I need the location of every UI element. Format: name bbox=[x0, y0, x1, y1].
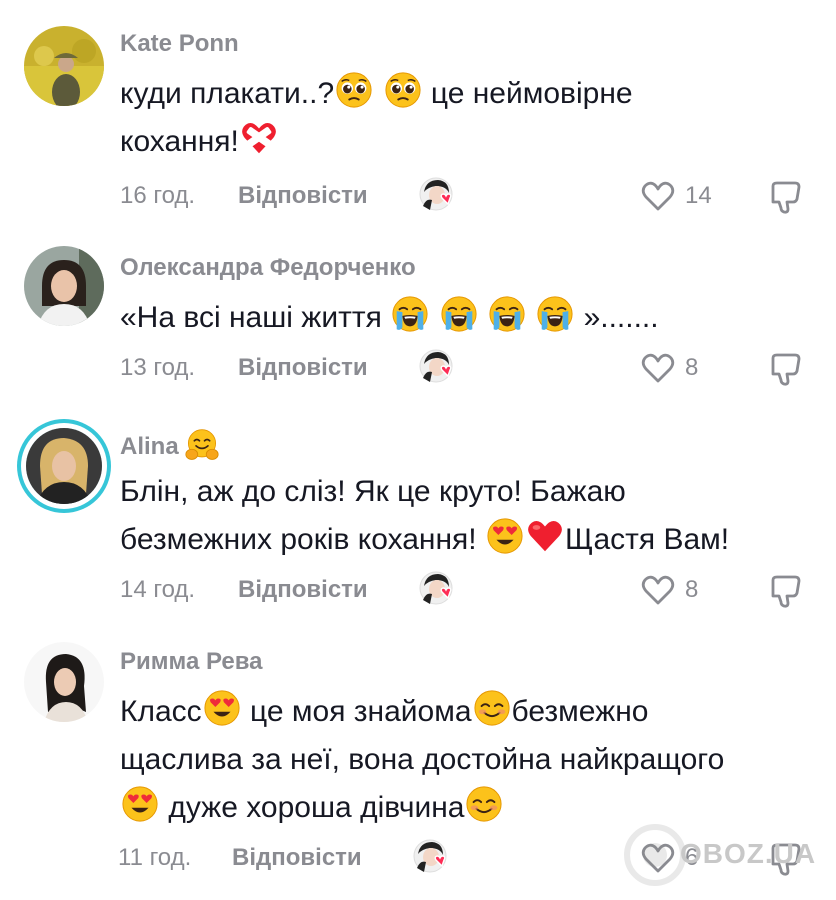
mending-heart-emoji-icon bbox=[240, 119, 278, 157]
comment-time: 14 год. bbox=[120, 576, 196, 603]
avatar[interactable] bbox=[24, 642, 104, 722]
thumbs-down-icon[interactable] bbox=[766, 350, 804, 388]
comment-text-part: безмежних років кохання! bbox=[120, 523, 477, 556]
avatar-story-ring[interactable] bbox=[26, 428, 102, 504]
smiling-face-emoji-icon bbox=[465, 785, 503, 823]
loudly-crying-face-emoji-icon bbox=[536, 295, 574, 333]
creator-liked-icon bbox=[418, 348, 458, 388]
pleading-face-emoji-icon bbox=[384, 71, 422, 109]
comment-text-part: куди плакати..? bbox=[120, 77, 335, 110]
reply-button[interactable]: Відповісти bbox=[238, 182, 368, 210]
creator-liked-icon bbox=[418, 570, 458, 610]
heart-eyes-emoji-icon bbox=[121, 785, 159, 823]
like-count: 8 bbox=[685, 354, 699, 381]
comment-text-part: безмежно bbox=[511, 695, 649, 728]
comment-meta-row: 14 год. Відповісти 8 bbox=[0, 572, 836, 612]
loudly-crying-face-emoji-icon bbox=[391, 295, 429, 333]
watermark-text: OBOZ.UA bbox=[680, 838, 817, 869]
comment-text-part: дуже хороша дівчина bbox=[168, 791, 465, 824]
heart-icon[interactable] bbox=[640, 178, 676, 214]
loudly-crying-face-emoji-icon bbox=[488, 295, 526, 333]
heart-eyes-emoji-icon bbox=[203, 689, 241, 727]
comment-text: «На всі наші життя »....... bbox=[120, 294, 820, 342]
username[interactable]: Римма Рева bbox=[120, 648, 263, 676]
comment-text-part: це неймовірне bbox=[430, 77, 633, 110]
heart-icon[interactable] bbox=[640, 572, 676, 608]
comment-meta-row: 13 год. Відповісти 8 bbox=[0, 350, 836, 390]
creator-liked-icon bbox=[418, 176, 458, 216]
heart-eyes-emoji-icon bbox=[486, 517, 524, 555]
smiling-face-emoji-icon bbox=[473, 689, 511, 727]
like-count: 8 bbox=[685, 576, 699, 603]
comment-text-part: щаслива за неї, вона достойна найкращого bbox=[120, 743, 725, 776]
thumbs-down-icon[interactable] bbox=[766, 572, 804, 610]
reply-button[interactable]: Відповісти bbox=[232, 844, 362, 872]
comment-text: Блін, аж до сліз! Як це круто! Бажаю без… bbox=[120, 468, 820, 564]
pleading-face-emoji-icon bbox=[335, 71, 373, 109]
red-heart-emoji-icon bbox=[526, 517, 564, 555]
comment-text-part: це моя знайома bbox=[250, 695, 472, 728]
comment-text-part: »....... bbox=[583, 301, 659, 334]
username[interactable]: Kate Ponn bbox=[120, 30, 239, 58]
comment-text-part: кохання! bbox=[120, 125, 239, 158]
avatar[interactable] bbox=[24, 246, 104, 326]
comment-text-part: Класс bbox=[120, 695, 202, 728]
username-text[interactable]: Alina bbox=[120, 433, 179, 460]
username[interactable]: Alina bbox=[120, 428, 220, 462]
thumbs-down-icon[interactable] bbox=[766, 178, 804, 216]
heart-icon[interactable] bbox=[640, 350, 676, 386]
comment-text-part: «На всі наші життя bbox=[120, 301, 382, 334]
reply-button[interactable]: Відповісти bbox=[238, 576, 368, 604]
comment-time: 13 год. bbox=[120, 354, 196, 381]
comment-time: 16 год. bbox=[120, 182, 196, 209]
comment-meta-row: 16 год. Відповісти 14 bbox=[0, 178, 836, 218]
hugging-face-emoji-icon bbox=[185, 428, 219, 462]
comment-text: Класс це моя знайома безмежно щаслива за … bbox=[120, 688, 820, 832]
like-count: 14 bbox=[685, 182, 712, 209]
reply-button[interactable]: Відповісти bbox=[238, 354, 368, 382]
creator-liked-icon bbox=[412, 838, 452, 878]
comment-text-part: Щастя Вам! bbox=[564, 523, 730, 556]
comment-time: 11 год. bbox=[118, 844, 192, 871]
loudly-crying-face-emoji-icon bbox=[440, 295, 478, 333]
comment-text: куди плакати..? це неймовірне кохання! bbox=[120, 70, 820, 166]
username[interactable]: Олександра Федорченко bbox=[120, 254, 416, 282]
comment-text-part: Блін, аж до сліз! Як це круто! Бажаю bbox=[120, 475, 626, 508]
avatar[interactable] bbox=[24, 26, 104, 106]
